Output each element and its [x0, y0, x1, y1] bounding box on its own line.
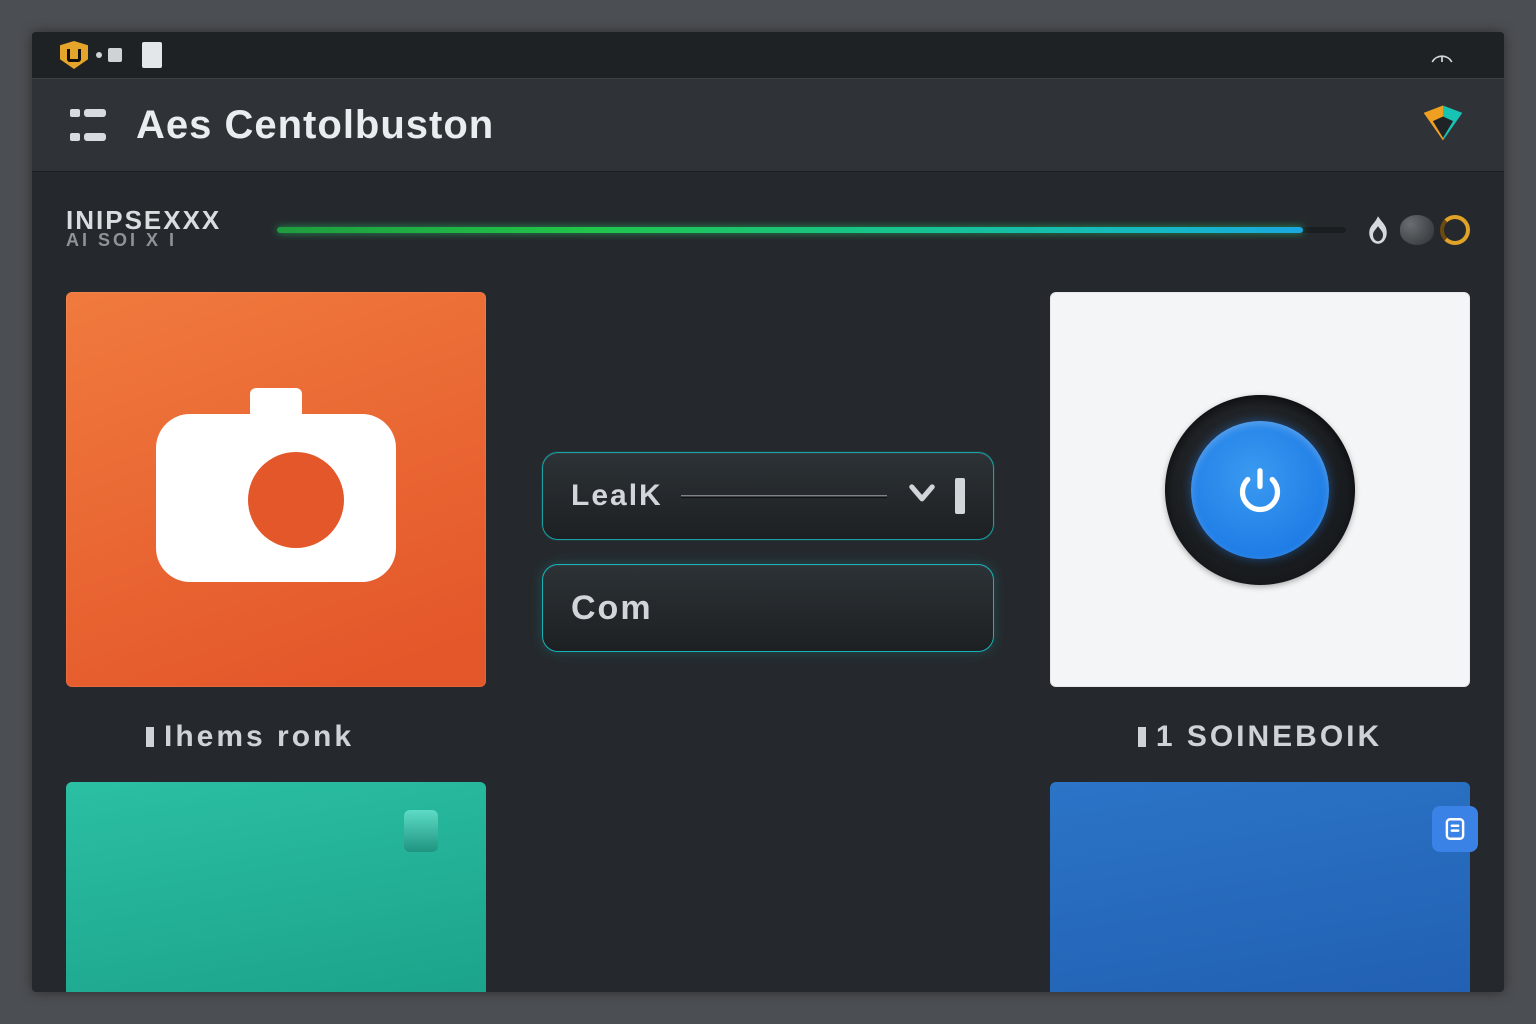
stone-icon — [1400, 215, 1434, 245]
dropdown-leak[interactable]: LealK — [542, 452, 994, 540]
button-com-label: Com — [571, 589, 653, 628]
tile-power-caption-text: 1 SOINEBOIK — [1156, 720, 1382, 754]
progress-sublabel: AI SOI X I — [66, 230, 261, 251]
tile-camera-caption: Ihems ronk — [146, 720, 354, 754]
flame-icon — [1362, 214, 1394, 246]
app-title: Aes Centolbuston — [136, 103, 494, 148]
tile-power[interactable] — [1050, 292, 1470, 687]
center-controls: LealK Com — [542, 452, 994, 652]
badge-icon — [1432, 806, 1478, 852]
ring-icon — [1440, 215, 1470, 245]
menu-icon[interactable] — [70, 109, 112, 141]
progress-track[interactable] — [277, 227, 1346, 233]
tile-camera[interactable] — [66, 292, 486, 687]
tile-seldee[interactable]: Seldee — [66, 782, 486, 992]
button-com[interactable]: Com — [542, 564, 994, 652]
power-button-icon — [1165, 395, 1355, 585]
chevron-down-icon — [905, 475, 939, 517]
window-control-icon[interactable] — [108, 48, 122, 62]
page-icon[interactable] — [142, 42, 162, 68]
bullet-icon — [1138, 727, 1146, 747]
dropdown-leak-label: LealK — [571, 479, 663, 513]
progress-fill — [277, 227, 1303, 233]
titlebar-strip — [32, 32, 1504, 78]
shield-icon[interactable] — [60, 41, 88, 69]
tile-seldee-label: Seldee — [126, 985, 293, 992]
tile-lainy-label: Lainy — [1285, 985, 1420, 992]
tile-camera-caption-text: Ihems ronk — [164, 720, 354, 754]
tile-lainy[interactable]: Lainy — [1050, 782, 1470, 992]
triangle-logo-icon[interactable] — [1420, 100, 1466, 151]
camera-icon — [146, 382, 406, 597]
bullet-icon — [146, 727, 154, 747]
handle-icon — [955, 478, 965, 514]
progress-label: INIPSEXXX — [66, 209, 261, 232]
arch-icon[interactable] — [1428, 41, 1456, 69]
divider — [681, 495, 887, 498]
app-header: Aes Centolbuston — [32, 78, 1504, 172]
progress-bar-row: INIPSEXXX AI SOI X I — [66, 198, 1470, 262]
tile-power-caption: 1 SOINEBOIK — [1050, 720, 1470, 754]
mini-card-icon — [404, 810, 438, 852]
